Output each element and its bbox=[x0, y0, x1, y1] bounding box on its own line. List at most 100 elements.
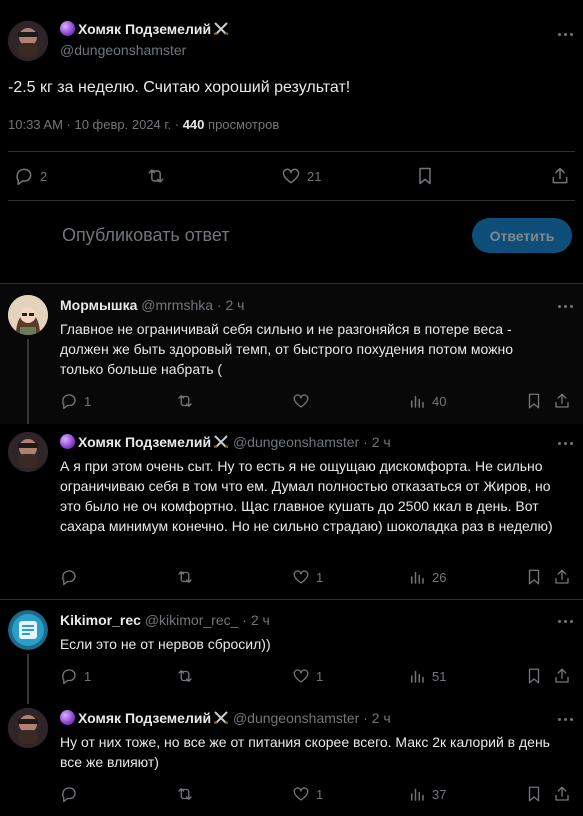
author-name-line[interactable]: Хомяк Подземелий bbox=[60, 21, 229, 37]
more-options-icon[interactable] bbox=[558, 305, 573, 308]
reply-time[interactable]: · 2 ч bbox=[217, 297, 245, 313]
heart-icon bbox=[293, 669, 309, 683]
crossed-swords-icon bbox=[213, 711, 229, 724]
more-options-icon[interactable] bbox=[558, 442, 573, 445]
share-icon bbox=[555, 393, 569, 408]
divider bbox=[8, 151, 575, 152]
repost-button[interactable] bbox=[176, 667, 194, 685]
reply-handle[interactable]: @dungeonshamster bbox=[233, 710, 359, 726]
thread-line bbox=[27, 339, 29, 424]
views-chart-icon bbox=[411, 395, 424, 408]
reply-header: Мормышка @mrmshka · 2 ч bbox=[60, 297, 244, 313]
repost-button[interactable] bbox=[176, 568, 194, 586]
share-button[interactable] bbox=[553, 667, 571, 685]
reply-time[interactable]: · 2 ч bbox=[242, 612, 270, 628]
repost-button[interactable] bbox=[176, 392, 194, 410]
divider bbox=[0, 599, 583, 600]
reply-button[interactable] bbox=[60, 568, 84, 586]
views-button[interactable]: 37 bbox=[408, 785, 446, 803]
share-button[interactable] bbox=[550, 166, 570, 186]
reply-avatar[interactable] bbox=[8, 295, 48, 335]
reply-button[interactable] bbox=[60, 785, 84, 803]
author-handle[interactable]: @dungeonshamster bbox=[60, 42, 186, 58]
reply-text: Ну от них тоже, но все же от питания ско… bbox=[60, 734, 550, 770]
more-options-icon[interactable] bbox=[558, 718, 573, 721]
reply-time[interactable]: · 2 ч bbox=[363, 710, 391, 726]
bookmark-icon bbox=[528, 569, 540, 585]
more-options-icon[interactable] bbox=[558, 33, 573, 36]
like-count: 1 bbox=[316, 786, 324, 802]
like-button[interactable]: 1 bbox=[292, 667, 323, 685]
reply-button[interactable]: 1 bbox=[60, 667, 91, 685]
like-button[interactable]: 1 bbox=[292, 785, 323, 803]
reply-author-name[interactable]: Мормышка bbox=[60, 297, 137, 313]
heart-icon bbox=[293, 787, 309, 801]
reply-icon bbox=[62, 570, 76, 586]
views-button[interactable]: 40 bbox=[408, 392, 446, 410]
reply-author-name[interactable]: Kikimor_rec bbox=[60, 612, 141, 628]
reply-avatar[interactable] bbox=[8, 610, 48, 650]
views-count: 51 bbox=[432, 668, 447, 684]
like-count: 21 bbox=[307, 168, 322, 184]
repost-icon bbox=[148, 169, 164, 183]
views-count: 26 bbox=[432, 569, 447, 585]
reply-input[interactable]: Опубликовать ответ bbox=[62, 225, 230, 246]
reply-header: Kikimor_rec @kikimor_rec_ · 2 ч bbox=[60, 612, 270, 628]
more-options-icon[interactable] bbox=[558, 620, 573, 623]
reply-count: 1 bbox=[84, 668, 92, 684]
like-button[interactable] bbox=[292, 392, 316, 410]
share-button[interactable] bbox=[553, 392, 571, 410]
share-icon bbox=[555, 569, 569, 584]
reply-header: Хомяк Подземелий @dungeonshamster · 2 ч bbox=[60, 434, 391, 450]
reply-count: 2 bbox=[40, 168, 48, 184]
bookmark-button[interactable] bbox=[415, 166, 435, 186]
share-icon bbox=[555, 786, 569, 801]
reply-text: Если это не от нервов сбросил)) bbox=[60, 636, 271, 652]
repost-icon bbox=[178, 670, 192, 682]
divider bbox=[8, 200, 575, 201]
reply-handle[interactable]: @kikimor_rec_ bbox=[145, 612, 239, 628]
share-button[interactable] bbox=[553, 785, 571, 803]
post-text: -2.5 кг за неделю. Считаю хороший резуль… bbox=[8, 79, 351, 96]
like-button[interactable]: 21 bbox=[281, 166, 321, 186]
bookmark-button[interactable] bbox=[525, 568, 543, 586]
views-chart-icon bbox=[411, 670, 424, 683]
like-button[interactable]: 1 bbox=[292, 568, 323, 586]
views-button[interactable]: 51 bbox=[408, 667, 446, 685]
reply-author-name[interactable]: Хомяк Подземелий bbox=[78, 434, 211, 450]
bookmark-button[interactable] bbox=[525, 392, 543, 410]
share-icon bbox=[555, 668, 569, 683]
share-button[interactable] bbox=[553, 568, 571, 586]
repost-icon bbox=[178, 395, 192, 407]
views-button[interactable]: 26 bbox=[408, 568, 446, 586]
bookmark-icon bbox=[528, 786, 540, 802]
bookmark-button[interactable] bbox=[525, 667, 543, 685]
bookmark-icon bbox=[419, 167, 431, 185]
reply-time[interactable]: · 2 ч bbox=[363, 434, 391, 450]
like-count: 1 bbox=[316, 569, 324, 585]
author-name[interactable]: Хомяк Подземелий bbox=[78, 21, 211, 37]
bookmark-button[interactable] bbox=[525, 785, 543, 803]
reply-handle[interactable]: @mrmshka bbox=[141, 297, 213, 313]
author-avatar[interactable] bbox=[8, 21, 48, 61]
views-chart-icon bbox=[411, 788, 424, 801]
reply-text: Главное не ограничивай себя сильно и не … bbox=[60, 321, 513, 377]
repost-button[interactable] bbox=[176, 785, 194, 803]
bookmark-icon bbox=[528, 393, 540, 409]
repost-button[interactable] bbox=[146, 166, 172, 186]
reply-handle[interactable]: @dungeonshamster bbox=[233, 434, 359, 450]
reply-icon bbox=[62, 394, 76, 410]
crossed-swords-icon bbox=[213, 22, 229, 35]
reply-submit-label: Ответить bbox=[489, 227, 555, 244]
reply-icon bbox=[62, 669, 76, 685]
reply-submit-button[interactable]: Ответить bbox=[472, 218, 572, 253]
crystal-ball-icon bbox=[60, 710, 75, 725]
reply-avatar[interactable] bbox=[8, 432, 48, 472]
reply-button[interactable]: 1 bbox=[60, 392, 91, 410]
share-icon bbox=[552, 167, 568, 184]
reply-author-name[interactable]: Хомяк Подземелий bbox=[78, 710, 211, 726]
reply-avatar[interactable] bbox=[8, 708, 48, 748]
reply-button[interactable]: 2 bbox=[14, 166, 47, 186]
post-timestamp[interactable]: 10:33 AM · 10 февр. 2024 г. · bbox=[8, 117, 179, 132]
crystal-ball-icon bbox=[60, 434, 75, 449]
